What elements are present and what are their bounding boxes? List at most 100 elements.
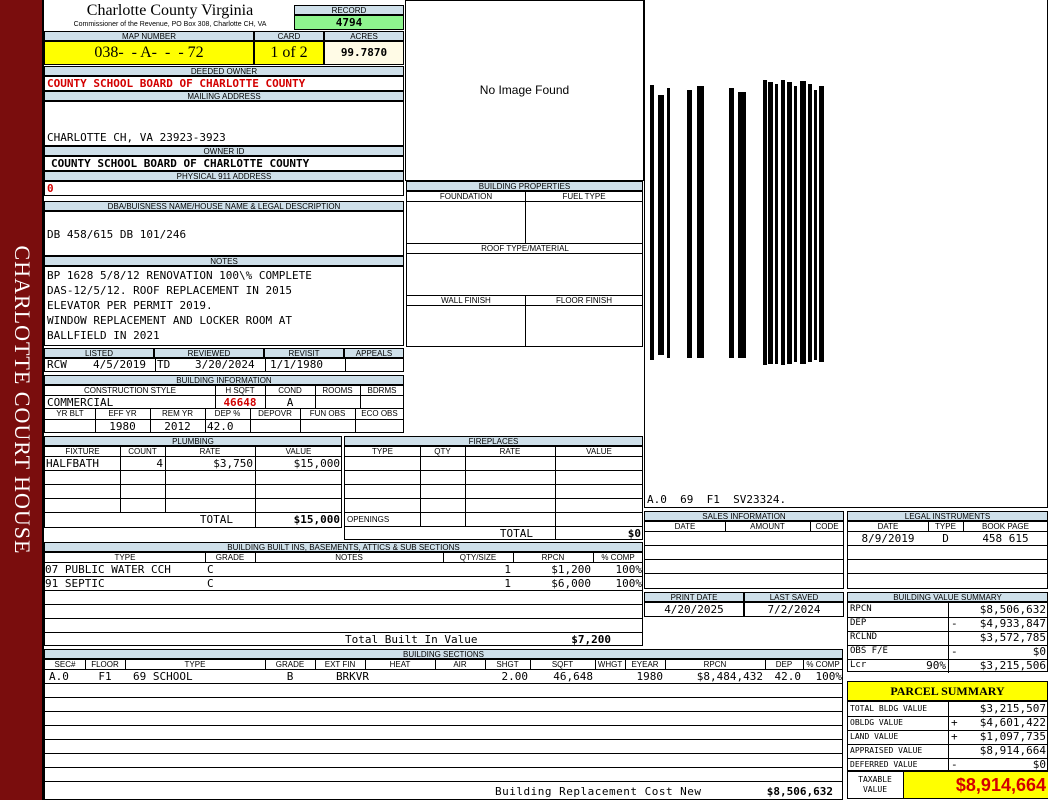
acres-value: 99.7870 xyxy=(324,41,404,65)
section-comp: 100% xyxy=(815,670,843,683)
dep-value: 42.0 xyxy=(207,420,234,433)
owner-id-value: COUNTY SCHOOL BOARD OF CHARLOTTE COUNTY xyxy=(44,156,404,171)
acres-label: ACRES xyxy=(324,31,404,41)
builtins-row-comp: 100% xyxy=(615,577,643,590)
listed-label: LISTED xyxy=(44,348,154,358)
revisit-label: REVISIT xyxy=(264,348,344,358)
reviewed-label: REVIEWED xyxy=(154,348,264,358)
plumbing-rate: $3,750 xyxy=(213,457,253,470)
floor-finish-label: FLOOR FINISH xyxy=(555,296,612,305)
reviewed-date: 3/20/2024 xyxy=(195,359,255,371)
builtins-box: TYPE GRADE NOTES QTY/SIZE RPCN % COMP 07… xyxy=(44,552,643,646)
ps-label-appraised: APPRAISED VALUE xyxy=(850,746,923,755)
builtins-row-grade: C xyxy=(207,563,214,576)
appeals-label: APPEALS xyxy=(344,348,404,358)
record-label: RECORD xyxy=(294,5,404,15)
photo-panel: No Image Found xyxy=(405,0,644,181)
notes-line: WINDOW REPLACEMENT AND LOCKER ROOM AT xyxy=(47,314,293,327)
notes-line: BP 1628 5/8/12 RENOVATION 100\% COMPLETE xyxy=(47,269,312,282)
roof-type-label: ROOF TYPE/MATERIAL xyxy=(481,244,569,253)
rooms-label: ROOMS xyxy=(322,386,353,395)
vs-value-lcr: $3,215,506 xyxy=(979,659,1046,672)
sections-header-type: TYPE xyxy=(184,660,206,669)
sections-header-extfin: EXT FIN xyxy=(324,660,356,669)
map-number-value: 038- - A- - - 72 xyxy=(44,41,254,65)
sections-header-air: AIR xyxy=(453,660,467,669)
county-subtitle: Commissioner of the Revenue, PO Box 308,… xyxy=(73,21,267,28)
plumbing-count: 4 xyxy=(156,457,163,470)
photo-placeholder-text: No Image Found xyxy=(479,83,570,97)
ps-label-obldg: OBLDG VALUE xyxy=(850,718,903,727)
vs-label-rpcn: RPCN xyxy=(850,604,872,614)
vs-label-rclnd: RCLND xyxy=(850,632,878,642)
vs-label-lcr: Lcr xyxy=(850,660,867,670)
plumbing-fixture: HALFBATH xyxy=(46,457,99,470)
builtins-row-grade: C xyxy=(207,577,214,590)
parcel-summary-title: PARCEL SUMMARY xyxy=(847,681,1048,701)
print-date-value: 4/20/2025 xyxy=(644,602,744,617)
builtins-header-notes: NOTES xyxy=(335,553,363,562)
replacement-cost-label: Building Replacement Cost New xyxy=(495,785,702,798)
fireplace-header-qty: QTY xyxy=(434,447,451,456)
building-sections-label: BUILDING SECTIONS xyxy=(44,649,843,659)
notes-line: BALLFIELD IN 2021 xyxy=(47,329,160,342)
deeded-owner-label: DEEDED OWNER xyxy=(44,66,404,76)
foundation-label: FOUNDATION xyxy=(439,192,493,201)
builtins-row-rpcn: $6,000 xyxy=(551,577,591,590)
remyr-label: REM YR xyxy=(162,409,193,418)
builtins-row-rpcn: $1,200 xyxy=(551,563,591,576)
notes-line: ELEVATOR PER PERMIT 2019. xyxy=(47,299,213,312)
sections-header-whgt: WHGT xyxy=(597,660,623,669)
owner-id-label: OWNER ID xyxy=(44,146,404,156)
card-label: CARD xyxy=(254,31,324,41)
builtins-total-value: $7,200 xyxy=(571,633,611,646)
last-saved-value: 7/2/2024 xyxy=(744,602,844,617)
effyr-value: 1980 xyxy=(109,420,136,433)
section-floor: F1 xyxy=(98,670,112,683)
county-header: Charlotte County Virginia Commissioner o… xyxy=(46,2,294,32)
openings-label: OPENINGS xyxy=(347,515,390,524)
county-title: Charlotte County Virginia xyxy=(86,2,254,19)
sections-header-dep: DEP xyxy=(775,660,793,669)
sketch-panel: A.0 69 F1 SV23324. xyxy=(644,0,1048,508)
deeded-owner-value: COUNTY SCHOOL BOARD OF CHARLOTTE COUNTY xyxy=(44,76,404,91)
builtins-row-type: 07 PUBLIC WATER CCH xyxy=(45,563,171,576)
section-extfin: BRKVR xyxy=(335,670,370,683)
taxable-value-label: TAXABLE VALUE xyxy=(858,775,892,794)
depovr-label: DEPOVR xyxy=(258,409,292,418)
sections-header-grade: GRADE xyxy=(275,660,305,669)
builtins-row-qty: 1 xyxy=(504,577,511,590)
fireplace-total-label: TOTAL xyxy=(499,527,533,540)
ps-value-total-bldg: $3,215,507 xyxy=(979,702,1046,715)
value-summary-label: BUILDING VALUE SUMMARY xyxy=(847,592,1048,602)
plumbing-header-rate: RATE xyxy=(199,447,221,456)
legal-header-bookpage: BOOK PAGE xyxy=(982,522,1029,531)
sidebar: CHARLOTTE COURT HOUSE xyxy=(0,0,44,800)
mailing-address-label: MAILING ADDRESS xyxy=(44,91,404,101)
building-sections-box: SEC# FLOOR TYPE GRADE EXT FIN HEAT AIR S… xyxy=(44,659,843,800)
value-summary-box: RPCN $8,506,632 DEP - $4,933,847 RCLND $… xyxy=(847,602,1048,673)
sections-header-sqft: SQFT xyxy=(551,660,574,669)
wall-finish-label: WALL FINISH xyxy=(441,296,491,305)
legal-row-bookpage: 458 615 xyxy=(982,532,1029,545)
legal-header-date: DATE xyxy=(877,522,899,531)
plumbing-value: $15,000 xyxy=(293,457,340,470)
section-grade: B xyxy=(286,670,294,683)
plumbing-header-fixture: FIXTURE xyxy=(65,447,100,456)
legal-description-box: DB 458/615 DB 101/246 xyxy=(44,211,404,256)
section-dep: 42.0 xyxy=(774,670,802,683)
legal-row-type: D xyxy=(942,532,949,545)
builtins-header-rpcn: RPCN xyxy=(541,553,565,562)
vs-label-obs: OBS F/E xyxy=(850,646,888,656)
sales-label: SALES INFORMATION xyxy=(644,511,844,521)
sketch-caption: A.0 69 F1 SV23324. xyxy=(647,493,787,506)
sections-header-floor: FLOOR xyxy=(91,660,119,669)
vs-value-rclnd: $3,572,785 xyxy=(979,631,1046,644)
sales-header-amount: AMOUNT xyxy=(750,522,785,531)
builtins-header-comp: % COMP xyxy=(601,553,635,562)
builtins-header-type: TYPE xyxy=(114,553,136,562)
section-shgt: 2.00 xyxy=(501,670,529,683)
sketch-drawing xyxy=(650,80,824,365)
ps-value-deferred: $0 xyxy=(1032,758,1046,771)
taxable-value-box: TAXABLE VALUE $8,914,664 xyxy=(847,771,1048,799)
